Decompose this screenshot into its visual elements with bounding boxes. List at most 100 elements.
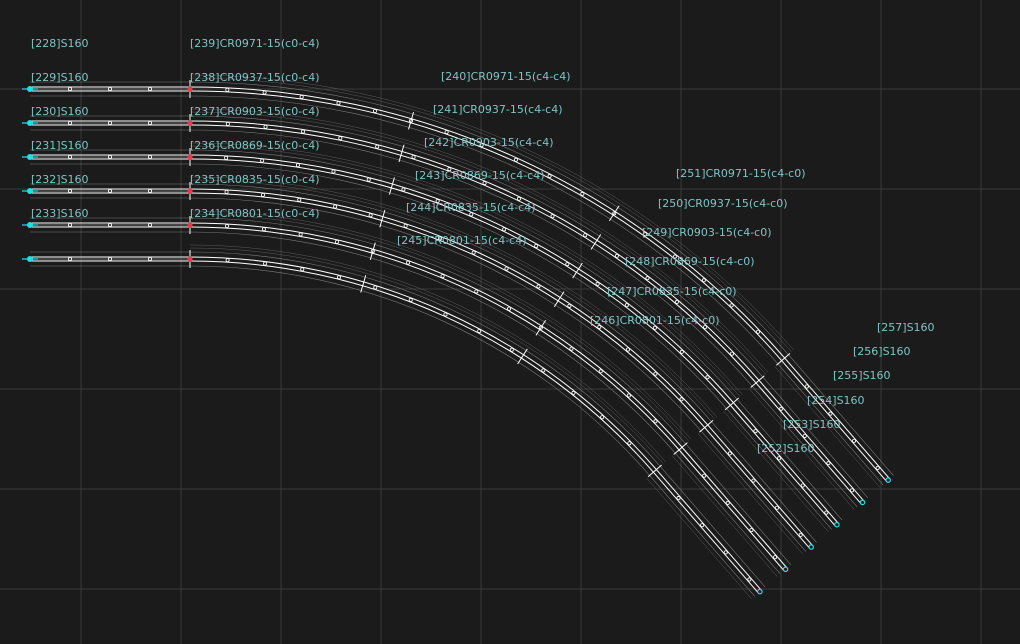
track-label[interactable]: [230]S160 bbox=[31, 106, 89, 118]
track-layout-canvas[interactable] bbox=[0, 0, 1020, 644]
sleeper-dot bbox=[536, 284, 541, 289]
exit-rail bbox=[649, 475, 755, 597]
sleeper-dot bbox=[753, 429, 758, 434]
endpoint-dot bbox=[27, 188, 33, 194]
sleeper-dot bbox=[700, 523, 705, 528]
endpoint-end bbox=[859, 499, 866, 506]
sleeper-dot bbox=[300, 267, 305, 272]
sleeper-dot bbox=[372, 109, 377, 114]
sleeper-dot bbox=[676, 496, 681, 501]
track-label[interactable]: [239]CR0971-15(c0-c4) bbox=[190, 38, 320, 50]
track-label[interactable]: [231]S160 bbox=[31, 140, 89, 152]
track-label[interactable]: [234]CR0801-15(c0-c4) bbox=[190, 208, 320, 220]
sleeper-dot bbox=[262, 90, 267, 95]
sleeper-dot bbox=[705, 375, 710, 380]
sleeper-dot bbox=[645, 276, 650, 281]
joint-tick bbox=[750, 375, 765, 388]
guide-line bbox=[189, 213, 690, 442]
track-label[interactable]: [238]CR0937-15(c0-c4) bbox=[190, 72, 320, 84]
sleeper-dot bbox=[701, 278, 706, 283]
exit-rail bbox=[685, 443, 792, 565]
sleeper-dot bbox=[502, 227, 507, 232]
track-label[interactable]: [252]S160 bbox=[757, 443, 815, 455]
sleeper-dot bbox=[875, 466, 880, 471]
sleeper-dot bbox=[547, 174, 552, 179]
sleeper-dot bbox=[756, 329, 761, 334]
exit-rail bbox=[675, 452, 781, 575]
track-label[interactable]: [229]S160 bbox=[31, 72, 89, 84]
sleeper-dot bbox=[225, 121, 230, 126]
curved-rail bbox=[189, 222, 683, 448]
track-label[interactable]: [250]CR0937-15(c4-c0) bbox=[658, 198, 788, 210]
track-label[interactable]: [249]CR0903-15(c4-c0) bbox=[642, 227, 772, 239]
track-label[interactable]: [253]S160 bbox=[783, 419, 841, 431]
track-label[interactable]: [244]CR0835-15(c4-c4) bbox=[406, 202, 536, 214]
sleeper-dot bbox=[477, 329, 482, 334]
track-label[interactable]: [237]CR0903-15(c0-c4) bbox=[190, 106, 320, 118]
sleeper-dot bbox=[260, 192, 265, 197]
exit-rail bbox=[659, 466, 766, 588]
track-label[interactable]: [236]CR0869-15(c0-c4) bbox=[190, 140, 320, 152]
sleeper-dot bbox=[299, 94, 304, 99]
sleeper-dot bbox=[504, 266, 509, 271]
sleeper-dot bbox=[800, 483, 805, 488]
track-label[interactable]: [256]S160 bbox=[853, 346, 911, 358]
sleeper-dot bbox=[366, 177, 371, 182]
sleeper-dot bbox=[295, 163, 300, 168]
joint-dot bbox=[187, 154, 193, 160]
sleeper-dot bbox=[824, 510, 829, 515]
sleeper-dot bbox=[614, 253, 619, 258]
sleeper-dot bbox=[583, 233, 588, 238]
track-label[interactable]: [257]S160 bbox=[877, 322, 935, 334]
track-label[interactable]: [245]CR0801-15(c4-c4) bbox=[397, 235, 527, 247]
sleeper-dot bbox=[261, 227, 266, 232]
sleeper-dot bbox=[747, 577, 752, 582]
track-label[interactable]: [232]S160 bbox=[31, 174, 89, 186]
sleeper-dot bbox=[337, 275, 342, 280]
sleeper-dot bbox=[626, 393, 631, 398]
track-label[interactable]: [248]CR0869-15(c4-c0) bbox=[625, 256, 755, 268]
sleeper-dot bbox=[334, 239, 339, 244]
track-label[interactable]: [254]S160 bbox=[807, 395, 865, 407]
sleeper-dot bbox=[298, 232, 303, 237]
sleeper-dot bbox=[571, 390, 576, 395]
joint-dot bbox=[187, 86, 193, 92]
sleeper-dot bbox=[471, 250, 476, 255]
exit-rail bbox=[711, 421, 817, 543]
endpoint-dot bbox=[27, 120, 33, 126]
sleeper-dot bbox=[627, 441, 632, 446]
track-label[interactable]: [235]CR0835-15(c0-c4) bbox=[190, 174, 320, 186]
sleeper-dot bbox=[507, 306, 512, 311]
sleeper-dot bbox=[411, 154, 416, 159]
endpoint-dot bbox=[27, 154, 33, 160]
sleeper-dot bbox=[541, 368, 546, 373]
sleeper-dot bbox=[725, 500, 730, 505]
joint-tick bbox=[360, 275, 367, 293]
track-label[interactable]: [246]CR0801-15(c4-c0) bbox=[590, 315, 720, 327]
sleeper-dot bbox=[297, 197, 302, 202]
sleeper-dot bbox=[777, 456, 782, 461]
endpoint-end bbox=[885, 477, 891, 483]
sleeper-dot bbox=[225, 224, 230, 229]
track-label[interactable]: [251]CR0971-15(c4-c0) bbox=[676, 168, 806, 180]
track-label[interactable]: [241]CR0937-15(c4-c4) bbox=[433, 104, 563, 116]
sleeper-dot bbox=[263, 261, 268, 266]
track-label[interactable]: [242]CR0903-15(c4-c4) bbox=[424, 137, 554, 149]
endpoint-dot bbox=[27, 86, 33, 92]
track-label[interactable]: [255]S160 bbox=[833, 370, 891, 382]
sleeper-dot bbox=[440, 274, 445, 279]
endpoint-dot bbox=[27, 256, 33, 262]
sleeper-dot bbox=[749, 528, 754, 533]
track-label[interactable]: [247]CR0835-15(c4-c0) bbox=[607, 286, 737, 298]
joint-tick bbox=[388, 177, 395, 195]
sleeper-dot bbox=[403, 223, 408, 228]
exit-rail bbox=[681, 446, 788, 569]
endpoint-dot bbox=[27, 222, 33, 228]
track-label[interactable]: [228]S160 bbox=[31, 38, 89, 50]
track-label[interactable]: [233]S160 bbox=[31, 208, 89, 220]
endpoint-end bbox=[834, 521, 840, 528]
endpoint-end bbox=[808, 544, 814, 550]
track-label[interactable]: [240]CR0971-15(c4-c4) bbox=[441, 71, 571, 83]
tracks bbox=[22, 74, 894, 599]
track-label[interactable]: [243]CR0869-15(c4-c4) bbox=[415, 170, 545, 182]
